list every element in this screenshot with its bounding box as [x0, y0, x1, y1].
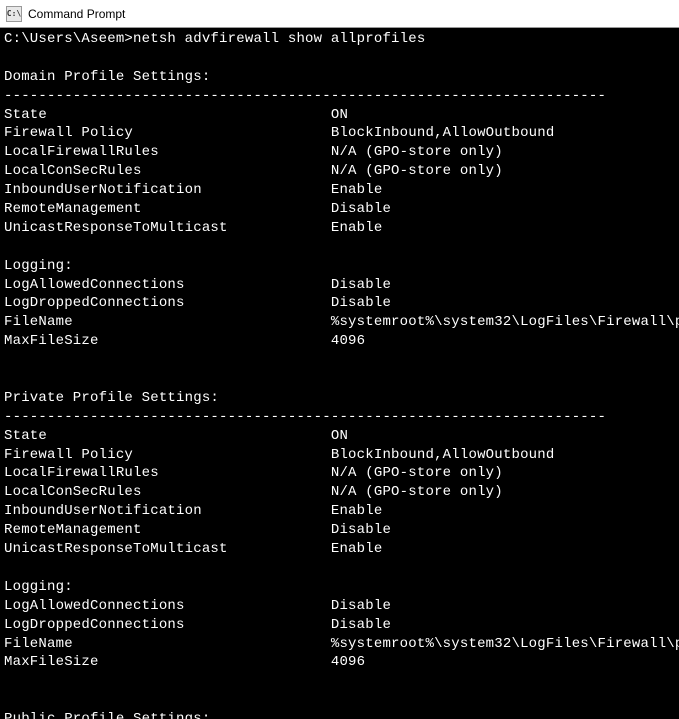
command-prompt-icon: C:\ [6, 6, 22, 22]
window-titlebar[interactable]: C:\ Command Prompt [0, 0, 679, 28]
console-output[interactable]: C:\Users\Aseem>netsh advfirewall show al… [0, 28, 679, 719]
window-title: Command Prompt [28, 7, 125, 21]
